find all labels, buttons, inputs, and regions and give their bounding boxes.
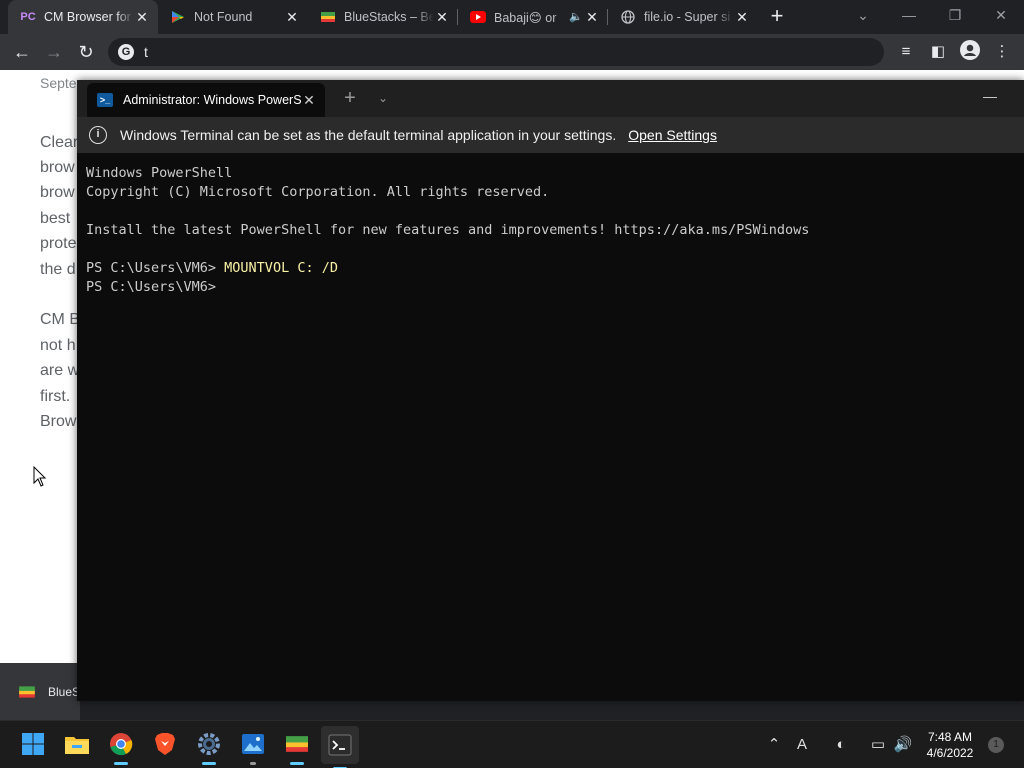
tab-title: BlueStacks – Be xyxy=(344,10,434,24)
minimize-icon[interactable]: — xyxy=(967,84,1013,108)
browser-tab-cm-browser[interactable]: PC CM Browser for ✕ xyxy=(8,0,158,34)
console-command-line: PS C:\Users\VM6> MOUNTVOL C: /D xyxy=(86,259,1016,278)
media-controls-icon[interactable]: ≡ xyxy=(894,40,918,64)
minimize-icon[interactable]: — xyxy=(886,0,932,30)
terminal-tab-title: Administrator: Windows PowerS xyxy=(123,93,301,107)
tab-title: Not Found xyxy=(194,10,253,24)
network-icon[interactable]: ▭ xyxy=(868,733,888,757)
new-tab-button[interactable]: + xyxy=(339,87,361,109)
chrome-icon[interactable] xyxy=(106,729,136,765)
pc-favicon-icon: PC xyxy=(20,11,36,23)
clock-time: 7:48 AM xyxy=(927,730,973,744)
running-indicator xyxy=(250,762,256,765)
address-bar[interactable]: G t xyxy=(108,38,884,66)
audio-playing-icon[interactable]: 🔈 xyxy=(568,9,584,25)
start-icon[interactable] xyxy=(18,729,48,759)
tab-title: Babaji😊 or xyxy=(494,10,557,25)
article-text: Clear xyxy=(40,134,79,151)
menu-icon[interactable]: ⋮ xyxy=(990,40,1014,64)
article-text: first. xyxy=(40,388,71,405)
notification-badge[interactable]: 1 xyxy=(988,737,1004,753)
console-line: ​ xyxy=(86,240,1016,259)
profile-icon[interactable] xyxy=(958,40,982,64)
article-text: brow xyxy=(40,159,75,176)
article-text: Brow xyxy=(40,413,77,430)
close-icon[interactable]: ✕ xyxy=(434,9,450,25)
clock-date: 4/6/2022 xyxy=(926,746,974,760)
console-command: MOUNTVOL C: /D xyxy=(224,260,338,276)
close-icon[interactable]: ✕ xyxy=(584,9,600,25)
default-terminal-infobar: i Windows Terminal can be set as the def… xyxy=(77,117,1024,153)
bluestacks-icon xyxy=(19,685,35,698)
console-line: Copyright (C) Microsoft Corporation. All… xyxy=(86,184,550,200)
terminal-titlebar: >_ Administrator: Windows PowerS ✕ + ⌄ — xyxy=(77,80,1024,117)
info-icon: i xyxy=(89,126,107,144)
language-icon[interactable]: A xyxy=(792,733,812,757)
article-text: the d xyxy=(40,261,76,278)
article-text: CM B xyxy=(40,311,80,328)
article-text: prote xyxy=(40,235,77,252)
console-line: ​ xyxy=(86,202,1016,221)
terminal-console[interactable]: Windows PowerShell Copyright (C) Microsof… xyxy=(86,164,1016,297)
windows-terminal-window: >_ Administrator: Windows PowerS ✕ + ⌄ —… xyxy=(77,80,1024,701)
side-panel-icon[interactable]: ◧ xyxy=(926,40,950,64)
tab-title: file.io - Super si xyxy=(644,10,731,24)
console-prompt: PS C:\Users\VM6> xyxy=(86,260,225,276)
browser-tab-file-io[interactable]: file.io - Super si ✕ xyxy=(608,0,758,34)
browser-tab-bluestacks[interactable]: BlueStacks – Be ✕ xyxy=(308,0,458,34)
address-input[interactable]: t xyxy=(144,44,148,60)
article-text: are w xyxy=(40,362,80,379)
console-prompt[interactable]: PS C:\Users\VM6> xyxy=(86,278,1016,297)
open-settings-link[interactable]: Open Settings xyxy=(628,127,717,143)
forward-button[interactable]: → xyxy=(40,38,68,66)
terminal-icon[interactable] xyxy=(321,726,359,768)
close-icon[interactable]: ✕ xyxy=(284,9,300,25)
browser-tab-not-found[interactable]: Not Found ✕ xyxy=(158,0,308,34)
google-icon: G xyxy=(118,44,134,60)
chevron-down-icon[interactable]: ⌄ xyxy=(373,88,393,108)
running-indicator xyxy=(290,762,304,765)
infobar-message: Windows Terminal can be set as the defau… xyxy=(120,127,617,143)
mouse-cursor-icon xyxy=(33,466,47,487)
back-button[interactable]: ← xyxy=(8,38,36,66)
globe-icon xyxy=(620,9,636,25)
close-icon[interactable]: ✕ xyxy=(734,9,750,25)
browser-toolbar: ← → ↻ G t ≡ ◧ ⋮ xyxy=(0,34,1024,70)
running-indicator xyxy=(202,762,216,765)
close-icon[interactable]: ✕ xyxy=(134,9,150,25)
download-item[interactable]: BlueS xyxy=(0,663,80,720)
console-line: Install the latest PowerShell for new fe… xyxy=(86,222,810,238)
article-text: best xyxy=(40,210,71,227)
article-date: Septe xyxy=(40,75,77,91)
photos-icon[interactable] xyxy=(238,729,268,765)
powershell-icon: >_ xyxy=(97,93,113,107)
new-tab-button[interactable]: + xyxy=(765,5,789,29)
play-store-icon xyxy=(170,9,186,25)
close-icon[interactable]: ✕ xyxy=(301,92,317,109)
terminal-tab[interactable]: >_ Administrator: Windows PowerS ✕ xyxy=(87,83,325,117)
power-mode-icon[interactable]: ◐ xyxy=(830,733,852,757)
restore-icon[interactable]: ❐ xyxy=(932,0,978,30)
running-indicator xyxy=(114,762,128,765)
tab-search-icon[interactable]: ⌄ xyxy=(853,7,873,27)
browser-tab-youtube[interactable]: Babaji😊 or 🔈 ✕ xyxy=(458,0,608,34)
youtube-icon xyxy=(470,9,486,25)
reload-button[interactable]: ↻ xyxy=(72,38,100,66)
system-clock[interactable]: 7:48 AM 4/6/2022 xyxy=(918,729,982,761)
console-line: Windows PowerShell xyxy=(86,165,233,181)
close-window-icon[interactable]: ✕ xyxy=(978,0,1024,30)
article-text: not h xyxy=(40,337,76,354)
tab-title: CM Browser for xyxy=(44,10,131,24)
file-explorer-icon[interactable] xyxy=(62,729,92,759)
bluestacks-icon xyxy=(320,9,336,25)
windows-taskbar: ⌃ A ◐ ▭ 🔊 7:48 AM 4/6/2022 1 xyxy=(0,720,1024,768)
brave-icon[interactable] xyxy=(150,729,180,759)
settings-icon[interactable] xyxy=(194,729,224,765)
article-text: brow xyxy=(40,184,75,201)
chevron-up-icon[interactable]: ⌃ xyxy=(764,733,784,757)
bluestacks-icon[interactable] xyxy=(282,729,312,765)
download-filename: BlueS xyxy=(47,684,80,699)
browser-tabstrip: PC CM Browser for ✕ Not Found ✕ BlueStac… xyxy=(0,0,1024,34)
volume-icon[interactable]: 🔊 xyxy=(892,733,914,757)
